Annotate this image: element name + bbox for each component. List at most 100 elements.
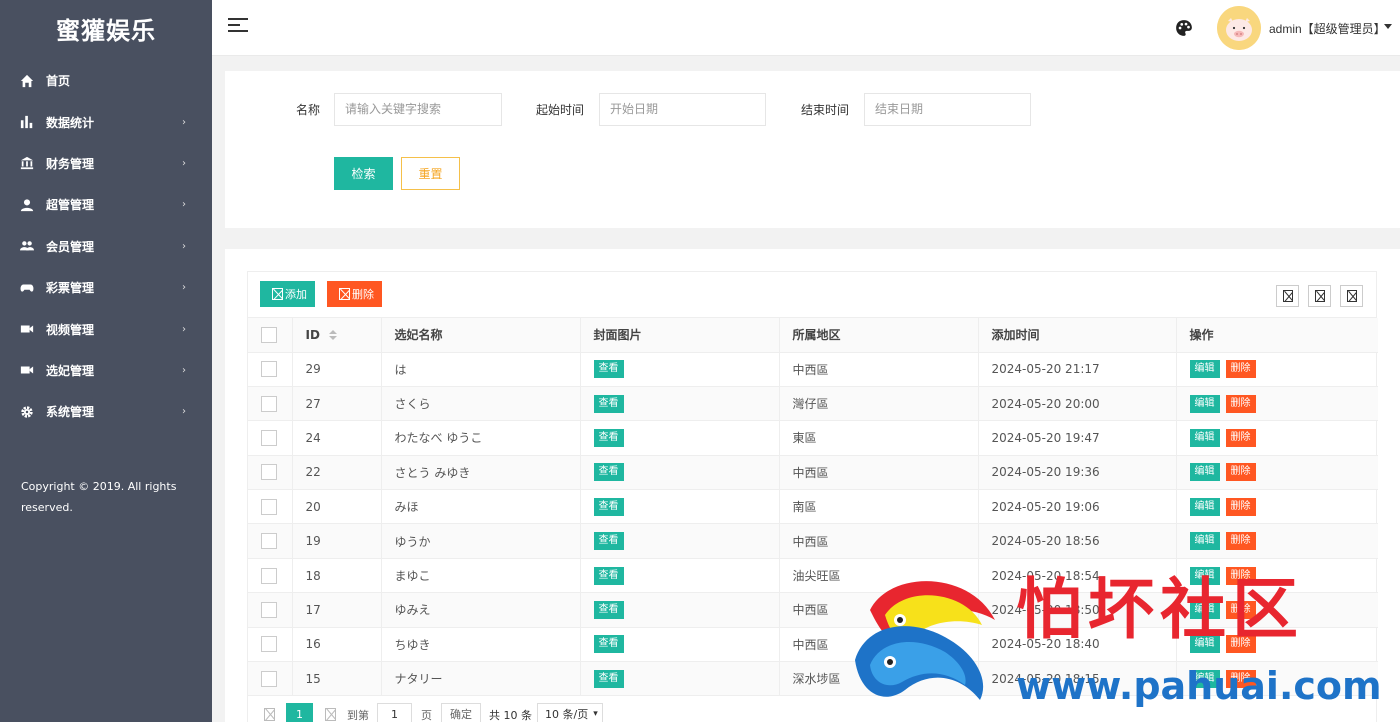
delete-button[interactable]: 删除 [1225,600,1256,619]
export-icon[interactable] [1308,285,1331,307]
delete-button[interactable]: 删除 [1225,497,1256,516]
row-select-cell [248,386,293,422]
view-cover-button[interactable]: 查看 [593,600,624,619]
avatar[interactable] [1217,6,1261,50]
delete-button[interactable]: 删除 [1225,669,1256,688]
row-cover-cell: 查看 [580,592,780,628]
row-checkbox[interactable] [261,395,277,412]
delete-button[interactable]: 删除 [1225,635,1256,654]
edit-button[interactable]: 编辑 [1189,532,1220,551]
view-cover-button[interactable]: 查看 [593,635,624,654]
delete-button[interactable]: 删除 [1225,428,1256,447]
row-checkbox[interactable] [261,636,277,653]
row-cover-cell: 查看 [580,558,780,594]
row-actions-cell: 编辑 删除 [1176,661,1378,697]
current-page[interactable]: 1 [286,703,313,722]
view-cover-button[interactable]: 查看 [593,360,624,379]
edit-button[interactable]: 编辑 [1189,394,1220,413]
view-cover-button[interactable]: 查看 [593,463,624,482]
row-actions-cell: 编辑 删除 [1176,489,1378,525]
caret-down-icon[interactable] [1384,24,1392,29]
end-date-input[interactable]: 结束日期 [864,93,1031,126]
sidebar-item-video[interactable]: 视频管理 › [0,308,212,349]
delete-button[interactable]: 删除 [1225,360,1256,379]
brand-logo[interactable]: 蜜獾娱乐 [0,0,212,56]
row-name: みほ [381,489,581,525]
row-select-cell [248,592,293,628]
table-row: 16 ちゆき 查看 中西區 2024-05-20 18:40 编辑 删除 [248,627,1378,663]
edit-button[interactable]: 编辑 [1189,428,1220,447]
start-date-input[interactable]: 开始日期 [599,93,766,126]
row-select-cell [248,455,293,491]
edit-button[interactable]: 编辑 [1189,566,1220,585]
row-id: 27 [292,386,382,422]
view-cover-button[interactable]: 查看 [593,394,624,413]
name-search-input[interactable]: 请输入关键字搜索 [334,93,502,126]
edit-button[interactable]: 编辑 [1189,600,1220,619]
sidebar: 蜜獾娱乐 首页 数据统计 › 财务管理 › 超管管理 › 会员管理 › 彩票管理 [0,0,212,722]
row-id: 22 [292,455,382,491]
view-cover-button[interactable]: 查看 [593,428,624,447]
row-checkbox[interactable] [261,464,277,481]
next-page-icon[interactable] [325,708,336,721]
page-size-value: 10 条/页 [545,708,589,721]
sidebar-item-admin[interactable]: 超管管理 › [0,184,212,225]
sidebar-item-label: 选妃管理 [46,363,95,378]
sidebar-item-statistics[interactable]: 数据统计 › [0,101,212,142]
row-select-cell [248,627,293,663]
batch-delete-button[interactable]: 删除 [327,281,382,307]
sidebar-item-system[interactable]: 系统管理 › [0,391,212,432]
sidebar-item-selection[interactable]: 选妃管理 › [0,350,212,391]
row-time: 2024-05-20 20:00 [978,386,1177,422]
select-all-checkbox[interactable] [261,326,277,343]
delete-button[interactable]: 删除 [1225,394,1256,413]
row-select-cell [248,558,293,594]
row-id: 29 [292,352,382,387]
page-size-select[interactable]: 10 条/页 ▾ [537,703,603,722]
view-cover-button[interactable]: 查看 [593,566,624,585]
sidebar-item-lottery[interactable]: 彩票管理 › [0,267,212,308]
delete-button[interactable]: 删除 [1225,532,1256,551]
user-name[interactable]: admin【超级管理员】 [1269,20,1386,37]
sort-icon[interactable] [328,330,337,341]
sidebar-item-home[interactable]: 首页 [0,60,212,101]
add-button[interactable]: 添加 [260,281,315,307]
row-region: 深水埗區 [779,661,979,697]
search-button[interactable]: 检索 [334,157,393,190]
edit-button[interactable]: 编辑 [1189,360,1220,379]
row-select-cell [248,523,293,559]
row-cover-cell: 查看 [580,455,780,491]
sidebar-item-label: 超管管理 [46,198,95,213]
row-checkbox[interactable] [261,361,277,378]
column-header-id[interactable]: ID [292,318,382,353]
row-checkbox[interactable] [261,498,277,515]
view-cover-button[interactable]: 查看 [593,669,624,688]
prev-page-icon[interactable] [264,708,275,721]
chevron-right-icon: › [182,282,186,294]
view-cover-button[interactable]: 查看 [593,532,624,551]
row-checkbox[interactable] [261,601,277,618]
row-region: 中西區 [779,455,979,491]
edit-button[interactable]: 编辑 [1189,669,1220,688]
page-number-input[interactable]: 1 [377,703,412,722]
row-checkbox[interactable] [261,567,277,584]
sidebar-item-members[interactable]: 会员管理 › [0,226,212,267]
sidebar-item-finance[interactable]: 财务管理 › [0,143,212,184]
print-icon[interactable] [1340,285,1363,307]
edit-button[interactable]: 编辑 [1189,497,1220,516]
view-cover-button[interactable]: 查看 [593,497,624,516]
delete-button[interactable]: 删除 [1225,463,1256,482]
row-checkbox[interactable] [261,533,277,550]
edit-button[interactable]: 编辑 [1189,463,1220,482]
columns-filter-icon[interactable] [1276,285,1299,307]
confirm-page-button[interactable]: 确定 [441,703,481,722]
row-checkbox[interactable] [261,429,277,446]
reset-button[interactable]: 重置 [401,157,460,190]
edit-button[interactable]: 编辑 [1189,635,1220,654]
gear-icon [20,405,34,419]
palette-icon[interactable] [1175,19,1193,37]
row-checkbox[interactable] [261,670,277,687]
delete-button[interactable]: 删除 [1225,566,1256,585]
menu-toggle-icon[interactable] [228,18,248,38]
row-name: さとう みゆき [381,455,581,491]
